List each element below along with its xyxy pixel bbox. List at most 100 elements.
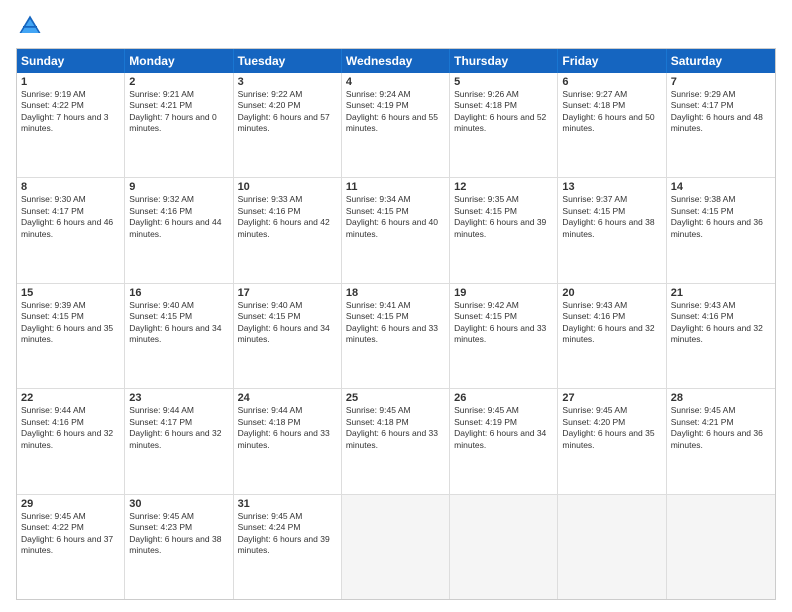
cal-cell: 30Sunrise: 9:45 AMSunset: 4:23 PMDayligh… [125,495,233,599]
cell-text: Sunrise: 9:45 AMSunset: 4:19 PMDaylight:… [454,405,553,451]
cell-text: Sunrise: 9:35 AMSunset: 4:15 PMDaylight:… [454,194,553,240]
cell-text: Sunrise: 9:45 AMSunset: 4:24 PMDaylight:… [238,511,337,557]
cal-cell: 15Sunrise: 9:39 AMSunset: 4:15 PMDayligh… [17,284,125,388]
cell-text: Sunrise: 9:42 AMSunset: 4:15 PMDaylight:… [454,300,553,346]
cell-text: Sunrise: 9:43 AMSunset: 4:16 PMDaylight:… [562,300,661,346]
day-number: 2 [129,76,228,88]
day-number: 24 [238,392,337,404]
header-day-thursday: Thursday [450,49,558,73]
day-number: 18 [346,287,445,299]
day-number: 9 [129,181,228,193]
cal-cell: 27Sunrise: 9:45 AMSunset: 4:20 PMDayligh… [558,389,666,493]
cal-cell: 18Sunrise: 9:41 AMSunset: 4:15 PMDayligh… [342,284,450,388]
header-day-monday: Monday [125,49,233,73]
cell-text: Sunrise: 9:44 AMSunset: 4:17 PMDaylight:… [129,405,228,451]
cal-cell: 31Sunrise: 9:45 AMSunset: 4:24 PMDayligh… [234,495,342,599]
cell-text: Sunrise: 9:21 AMSunset: 4:21 PMDaylight:… [129,89,228,135]
day-number: 20 [562,287,661,299]
day-number: 25 [346,392,445,404]
cal-cell: 5Sunrise: 9:26 AMSunset: 4:18 PMDaylight… [450,73,558,177]
cell-text: Sunrise: 9:26 AMSunset: 4:18 PMDaylight:… [454,89,553,135]
cal-cell: 9Sunrise: 9:32 AMSunset: 4:16 PMDaylight… [125,178,233,282]
cal-cell: 14Sunrise: 9:38 AMSunset: 4:15 PMDayligh… [667,178,775,282]
cal-cell: 8Sunrise: 9:30 AMSunset: 4:17 PMDaylight… [17,178,125,282]
day-number: 29 [21,498,120,510]
cell-text: Sunrise: 9:27 AMSunset: 4:18 PMDaylight:… [562,89,661,135]
header-day-sunday: Sunday [17,49,125,73]
day-number: 30 [129,498,228,510]
cell-text: Sunrise: 9:34 AMSunset: 4:15 PMDaylight:… [346,194,445,240]
cell-text: Sunrise: 9:40 AMSunset: 4:15 PMDaylight:… [238,300,337,346]
cal-cell: 26Sunrise: 9:45 AMSunset: 4:19 PMDayligh… [450,389,558,493]
cal-cell: 2Sunrise: 9:21 AMSunset: 4:21 PMDaylight… [125,73,233,177]
cell-text: Sunrise: 9:32 AMSunset: 4:16 PMDaylight:… [129,194,228,240]
day-number: 23 [129,392,228,404]
header-day-friday: Friday [558,49,666,73]
cal-cell: 29Sunrise: 9:45 AMSunset: 4:22 PMDayligh… [17,495,125,599]
day-number: 15 [21,287,120,299]
day-number: 1 [21,76,120,88]
day-number: 14 [671,181,771,193]
calendar-header-row: SundayMondayTuesdayWednesdayThursdayFrid… [17,49,775,73]
day-number: 16 [129,287,228,299]
cell-text: Sunrise: 9:45 AMSunset: 4:21 PMDaylight:… [671,405,771,451]
cal-cell [450,495,558,599]
cal-cell [667,495,775,599]
cell-text: Sunrise: 9:33 AMSunset: 4:16 PMDaylight:… [238,194,337,240]
cell-text: Sunrise: 9:45 AMSunset: 4:23 PMDaylight:… [129,511,228,557]
cal-cell: 3Sunrise: 9:22 AMSunset: 4:20 PMDaylight… [234,73,342,177]
cal-cell: 24Sunrise: 9:44 AMSunset: 4:18 PMDayligh… [234,389,342,493]
cell-text: Sunrise: 9:22 AMSunset: 4:20 PMDaylight:… [238,89,337,135]
day-number: 31 [238,498,337,510]
cal-cell: 1Sunrise: 9:19 AMSunset: 4:22 PMDaylight… [17,73,125,177]
calendar-body: 1Sunrise: 9:19 AMSunset: 4:22 PMDaylight… [17,73,775,599]
week-row-3: 15Sunrise: 9:39 AMSunset: 4:15 PMDayligh… [17,284,775,389]
cell-text: Sunrise: 9:44 AMSunset: 4:18 PMDaylight:… [238,405,337,451]
header-day-saturday: Saturday [667,49,775,73]
day-number: 13 [562,181,661,193]
day-number: 4 [346,76,445,88]
cell-text: Sunrise: 9:43 AMSunset: 4:16 PMDaylight:… [671,300,771,346]
week-row-5: 29Sunrise: 9:45 AMSunset: 4:22 PMDayligh… [17,495,775,599]
day-number: 11 [346,181,445,193]
cal-cell: 22Sunrise: 9:44 AMSunset: 4:16 PMDayligh… [17,389,125,493]
cal-cell: 4Sunrise: 9:24 AMSunset: 4:19 PMDaylight… [342,73,450,177]
day-number: 3 [238,76,337,88]
cell-text: Sunrise: 9:29 AMSunset: 4:17 PMDaylight:… [671,89,771,135]
week-row-2: 8Sunrise: 9:30 AMSunset: 4:17 PMDaylight… [17,178,775,283]
cal-cell: 10Sunrise: 9:33 AMSunset: 4:16 PMDayligh… [234,178,342,282]
cal-cell: 28Sunrise: 9:45 AMSunset: 4:21 PMDayligh… [667,389,775,493]
day-number: 19 [454,287,553,299]
day-number: 6 [562,76,661,88]
cell-text: Sunrise: 9:24 AMSunset: 4:19 PMDaylight:… [346,89,445,135]
cell-text: Sunrise: 9:45 AMSunset: 4:22 PMDaylight:… [21,511,120,557]
logo [16,12,48,40]
day-number: 17 [238,287,337,299]
cell-text: Sunrise: 9:40 AMSunset: 4:15 PMDaylight:… [129,300,228,346]
week-row-1: 1Sunrise: 9:19 AMSunset: 4:22 PMDaylight… [17,73,775,178]
cal-cell [342,495,450,599]
header [16,12,776,40]
day-number: 10 [238,181,337,193]
day-number: 7 [671,76,771,88]
day-number: 8 [21,181,120,193]
cal-cell: 23Sunrise: 9:44 AMSunset: 4:17 PMDayligh… [125,389,233,493]
cal-cell: 17Sunrise: 9:40 AMSunset: 4:15 PMDayligh… [234,284,342,388]
page: SundayMondayTuesdayWednesdayThursdayFrid… [0,0,792,612]
day-number: 22 [21,392,120,404]
logo-icon [16,12,44,40]
cal-cell: 13Sunrise: 9:37 AMSunset: 4:15 PMDayligh… [558,178,666,282]
cell-text: Sunrise: 9:41 AMSunset: 4:15 PMDaylight:… [346,300,445,346]
cal-cell: 6Sunrise: 9:27 AMSunset: 4:18 PMDaylight… [558,73,666,177]
calendar: SundayMondayTuesdayWednesdayThursdayFrid… [16,48,776,600]
week-row-4: 22Sunrise: 9:44 AMSunset: 4:16 PMDayligh… [17,389,775,494]
cell-text: Sunrise: 9:44 AMSunset: 4:16 PMDaylight:… [21,405,120,451]
day-number: 26 [454,392,553,404]
cal-cell: 12Sunrise: 9:35 AMSunset: 4:15 PMDayligh… [450,178,558,282]
cell-text: Sunrise: 9:45 AMSunset: 4:20 PMDaylight:… [562,405,661,451]
cal-cell: 20Sunrise: 9:43 AMSunset: 4:16 PMDayligh… [558,284,666,388]
day-number: 5 [454,76,553,88]
header-day-tuesday: Tuesday [234,49,342,73]
cal-cell: 21Sunrise: 9:43 AMSunset: 4:16 PMDayligh… [667,284,775,388]
cal-cell: 7Sunrise: 9:29 AMSunset: 4:17 PMDaylight… [667,73,775,177]
